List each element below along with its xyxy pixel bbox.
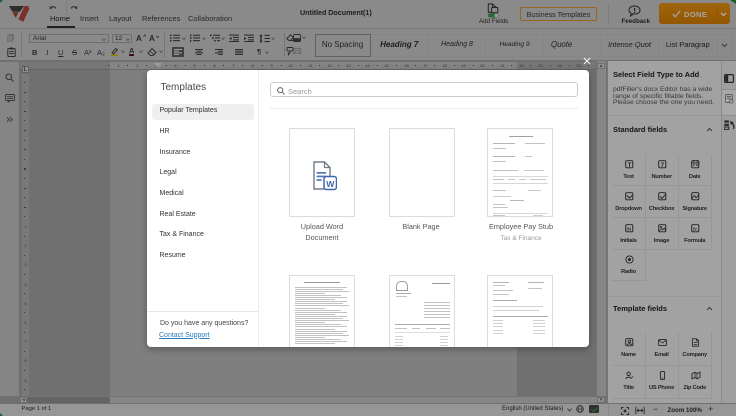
svg-text:W: W <box>326 179 335 189</box>
